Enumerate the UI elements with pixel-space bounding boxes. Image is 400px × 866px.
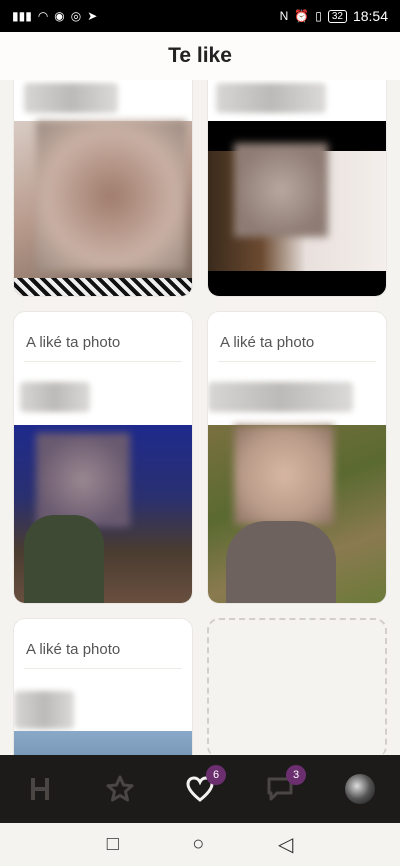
back-triangle-icon[interactable]: ◁ xyxy=(278,832,293,857)
name-blurred xyxy=(24,83,118,113)
like-card[interactable]: A liké ta photo xyxy=(13,311,193,604)
bottom-nav: 6 3 xyxy=(0,755,400,823)
name-blurred xyxy=(216,83,326,113)
avatar xyxy=(345,774,375,804)
likes-grid: A liké ta photo A liké ta photo A liké t… xyxy=(0,80,400,755)
nav-home[interactable] xyxy=(16,765,64,813)
page-title: Te like xyxy=(168,44,232,67)
blurred-face xyxy=(234,425,334,525)
profile-photo[interactable] xyxy=(14,425,192,603)
nav-chats[interactable]: 3 xyxy=(256,765,306,813)
wifi-icon: ◠ xyxy=(37,9,49,23)
chats-badge: 3 xyxy=(286,765,306,785)
pattern-strip xyxy=(14,278,192,296)
profile-photo[interactable] xyxy=(208,121,386,296)
star-icon xyxy=(106,775,134,802)
name-blurred xyxy=(20,382,90,412)
whatsapp-icon: ◎ xyxy=(70,9,82,23)
eye-icon: ◉ xyxy=(54,9,65,23)
system-nav-bar: □ ○ ◁ xyxy=(0,823,400,866)
nav-profile[interactable] xyxy=(336,765,384,813)
status-left-icons: ▮▮▮ ◠ ◉ ◎ ➤ xyxy=(12,10,97,22)
battery-indicator: 32 xyxy=(327,9,347,23)
like-label: A liké ta photo xyxy=(218,312,376,362)
name-blurred xyxy=(208,382,353,412)
telegram-icon: ➤ xyxy=(87,9,98,23)
nfc-icon: N xyxy=(279,9,289,23)
card-header: A liké ta photo xyxy=(208,312,386,388)
status-bar: ▮▮▮ ◠ ◉ ◎ ➤ N ⏰ ▯ 32 18:54 xyxy=(0,0,400,32)
recents-square-icon[interactable]: □ xyxy=(107,833,119,856)
home-h-icon xyxy=(31,778,49,800)
like-card[interactable]: A liké ta photo xyxy=(13,618,193,755)
status-right-icons: N ⏰ ▯ 32 18:54 xyxy=(280,8,388,24)
profile-photo[interactable] xyxy=(208,425,386,603)
like-card[interactable] xyxy=(207,80,387,297)
like-card[interactable]: A liké ta photo xyxy=(207,311,387,604)
page-header: Te like xyxy=(0,32,400,80)
blurred-face xyxy=(234,143,328,237)
card-header: A liké ta photo xyxy=(14,619,192,695)
profile-photo[interactable] xyxy=(14,731,192,755)
like-label: A liké ta photo xyxy=(24,312,182,362)
empty-card-placeholder xyxy=(207,618,387,755)
person-figure xyxy=(226,521,336,603)
card-header: A liké ta photo xyxy=(14,312,192,388)
likes-badge: 6 xyxy=(206,765,226,785)
clock: 18:54 xyxy=(352,8,388,24)
nav-likes[interactable]: 6 xyxy=(176,765,226,813)
name-blurred xyxy=(14,691,74,729)
blurred-face xyxy=(36,121,186,271)
person-figure xyxy=(24,515,104,603)
nav-standouts[interactable] xyxy=(96,765,144,813)
like-label: A liké ta photo xyxy=(24,619,182,669)
like-card[interactable] xyxy=(13,80,193,297)
signal-icon: ▮▮▮ xyxy=(12,9,32,23)
blurred-face xyxy=(36,433,130,527)
vibrate-icon: ▯ xyxy=(315,9,322,23)
home-circle-icon[interactable]: ○ xyxy=(192,833,204,856)
profile-photo[interactable] xyxy=(14,121,192,296)
alarm-icon: ⏰ xyxy=(294,9,310,23)
